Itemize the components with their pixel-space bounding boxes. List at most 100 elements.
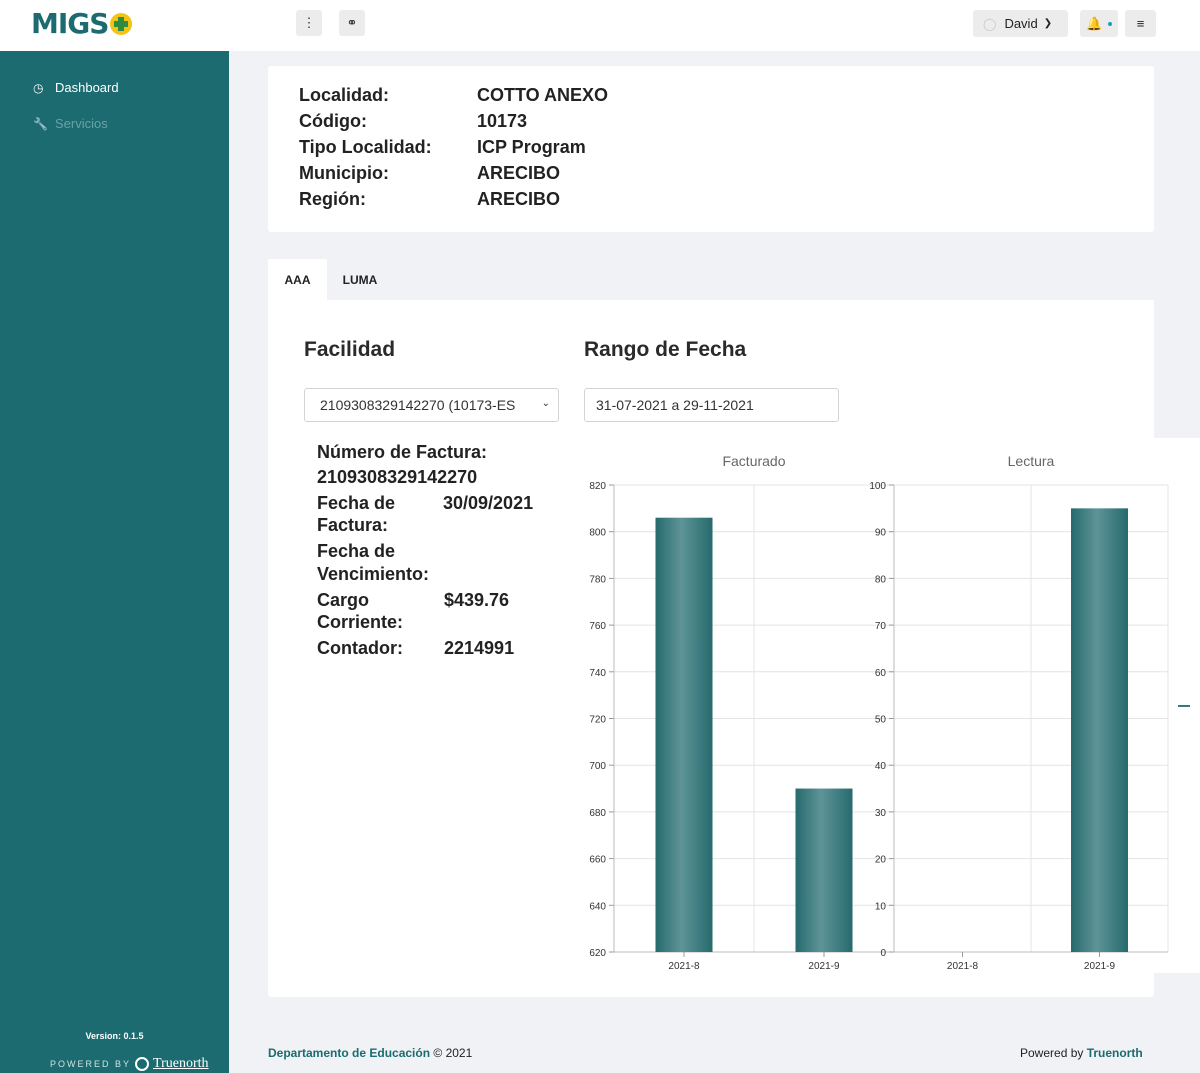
bar-2021-9: [1071, 508, 1128, 952]
contador-label: Contador:: [317, 638, 403, 658]
plus-logo-icon: [110, 12, 133, 35]
notifications-button[interactable]: 🔔: [1080, 10, 1118, 37]
info-value: ARECIBO: [477, 189, 561, 209]
user-name: David: [1004, 16, 1038, 31]
notification-dot: [1107, 21, 1112, 26]
tab-aaa[interactable]: AAA: [268, 259, 327, 300]
fecha-vencimiento-label-1: Fecha de: [317, 541, 396, 561]
tab-bar: AAA LUMA: [268, 259, 1154, 300]
user-menu-button[interactable]: ◯ David ❯: [973, 10, 1068, 37]
x-tick-label: 2021-8: [947, 961, 979, 972]
fecha-factura-label-1: Fecha de: [317, 493, 396, 513]
y-tick-label: 620: [589, 948, 606, 959]
y-tick-label: 20: [875, 855, 887, 866]
truenorth-logo-icon: [135, 1057, 150, 1071]
y-tick-label: 90: [875, 528, 887, 539]
sidebar-item-label: Dashboard: [55, 80, 119, 95]
charts-svg: Facturado6206406606807007207407607808008…: [589, 453, 1169, 972]
facilidad-heading: Facilidad: [304, 338, 396, 361]
y-tick-label: 680: [589, 808, 606, 819]
y-tick-label: 640: [589, 901, 606, 912]
right-panel-button[interactable]: ≡: [1125, 10, 1156, 37]
version-label: Version: 0.1.5: [85, 1031, 144, 1041]
bar-2021-9: [795, 788, 853, 952]
top-bar: MIGS ⋮ ⚭ ◯ David ❯ 🔔 ≡: [0, 0, 1200, 51]
location-info-card: Localidad: COTTO ANEXO Código: 10173 Tip…: [268, 66, 1154, 232]
share-button[interactable]: ⚭: [339, 10, 365, 36]
y-tick-label: 100: [869, 481, 886, 492]
powered-by-label: POWERED BY: [50, 1059, 132, 1069]
sidebar-item-servicios[interactable]: 🔧 Servicios: [33, 116, 108, 131]
info-value: ICP Program: [477, 137, 586, 157]
sidebar-item-dashboard[interactable]: ◷ Dashboard: [33, 80, 119, 95]
truenorth-link[interactable]: Truenorth: [153, 1056, 209, 1072]
lectura-chart: Lectura 0 10 20 30 40 50 60 70 80 90 100 2021-8 2021-…: [869, 453, 1169, 972]
y-tick-label: 700: [589, 761, 606, 772]
numero-factura-label: Número de Factura:: [317, 442, 488, 462]
y-tick-label: 70: [875, 621, 887, 632]
info-value: 10173: [477, 111, 528, 131]
info-label: Tipo Localidad:: [299, 137, 432, 157]
y-tick-label: 60: [875, 668, 887, 679]
y-tick-label: 80: [875, 574, 887, 585]
chart-title: Facturado: [722, 453, 785, 469]
app-logo[interactable]: MIGS: [31, 7, 133, 40]
link-icon: ⚭: [346, 15, 358, 30]
x-tick-label: 2021-9: [808, 961, 840, 972]
cargo-value: $439.76: [444, 590, 510, 610]
y-tick-label: 760: [589, 621, 606, 632]
cargo-label-1: Cargo: [317, 590, 370, 610]
x-tick-label: 2021-8: [668, 961, 700, 972]
y-tick-label: 800: [589, 528, 606, 539]
y-tick-label: 10: [875, 901, 887, 912]
y-tick-label: 660: [589, 855, 606, 866]
tab-luma[interactable]: LUMA: [327, 259, 393, 300]
footer-truenorth-link[interactable]: Truenorth: [1087, 1046, 1143, 1060]
facturado-chart: Facturado6206406606807007207407607808008…: [589, 453, 895, 972]
wrench-icon: 🔧: [33, 116, 48, 131]
y-tick-label: 0: [880, 948, 886, 959]
sidebar-item-label: Servicios: [55, 116, 108, 131]
rango-heading: Rango de Fecha: [584, 338, 747, 361]
chevron-down-icon: ❯: [1043, 18, 1053, 29]
y-tick-label: 30: [875, 808, 887, 819]
date-range-input[interactable]: 31-07-2021 a 29-11-2021: [584, 388, 839, 422]
logo-text: MIGS: [31, 7, 109, 40]
vertical-dots-icon: ⋮: [302, 15, 316, 30]
y-tick-label: 50: [875, 715, 887, 726]
y-tick-label: 820: [589, 481, 606, 492]
numero-factura-value: 2109308329142270: [317, 467, 478, 487]
list-icon: ≡: [1136, 16, 1145, 31]
bell-icon: 🔔: [1086, 15, 1103, 31]
contador-value: 2214991: [444, 638, 515, 658]
x-tick-label: 2021-9: [1084, 961, 1116, 972]
bar-2021-8: [655, 517, 713, 952]
facilidad-select[interactable]: 2109308329142270 (10173-ES ⌄: [304, 388, 559, 422]
legend-marker: [1178, 705, 1190, 707]
info-value: ARECIBO: [477, 163, 561, 183]
fecha-vencimiento-label-2: Vencimiento:: [317, 564, 430, 584]
info-label: Municipio:: [299, 163, 389, 183]
y-tick-label: 740: [589, 668, 606, 679]
y-tick-label: 780: [589, 574, 606, 585]
cargo-label-2: Corriente:: [317, 612, 404, 632]
y-tick-label: 40: [875, 761, 887, 772]
fecha-factura-label-2: Factura:: [317, 515, 389, 535]
footer-dept-link[interactable]: Departamento de Educación: [268, 1046, 430, 1060]
chevron-down-icon: ⌄: [541, 398, 550, 409]
info-label: Localidad:: [299, 85, 390, 105]
y-tick-label: 720: [589, 715, 606, 726]
info-label: Región:: [299, 189, 366, 209]
powered-by: POWERED BY Truenorth: [50, 1056, 209, 1072]
footer-powered: Powered by: [1020, 1046, 1084, 1060]
gauge-icon: ◷: [33, 80, 44, 95]
chart-title: Lectura: [1008, 453, 1055, 469]
footer-right: Powered by Truenorth: [1020, 1046, 1143, 1060]
kebab-menu-button[interactable]: ⋮: [296, 10, 322, 36]
info-label: Código:: [299, 111, 367, 131]
facilidad-selected: 2109308329142270 (10173-ES: [320, 397, 516, 413]
info-value: COTTO ANEXO: [477, 85, 609, 105]
footer-left: Departamento de Educación © 2021: [268, 1046, 472, 1060]
user-icon: ◯: [983, 16, 997, 31]
sidebar: ◷ Dashboard 🔧 Servicios Version: 0.1.5 P…: [0, 51, 229, 1073]
